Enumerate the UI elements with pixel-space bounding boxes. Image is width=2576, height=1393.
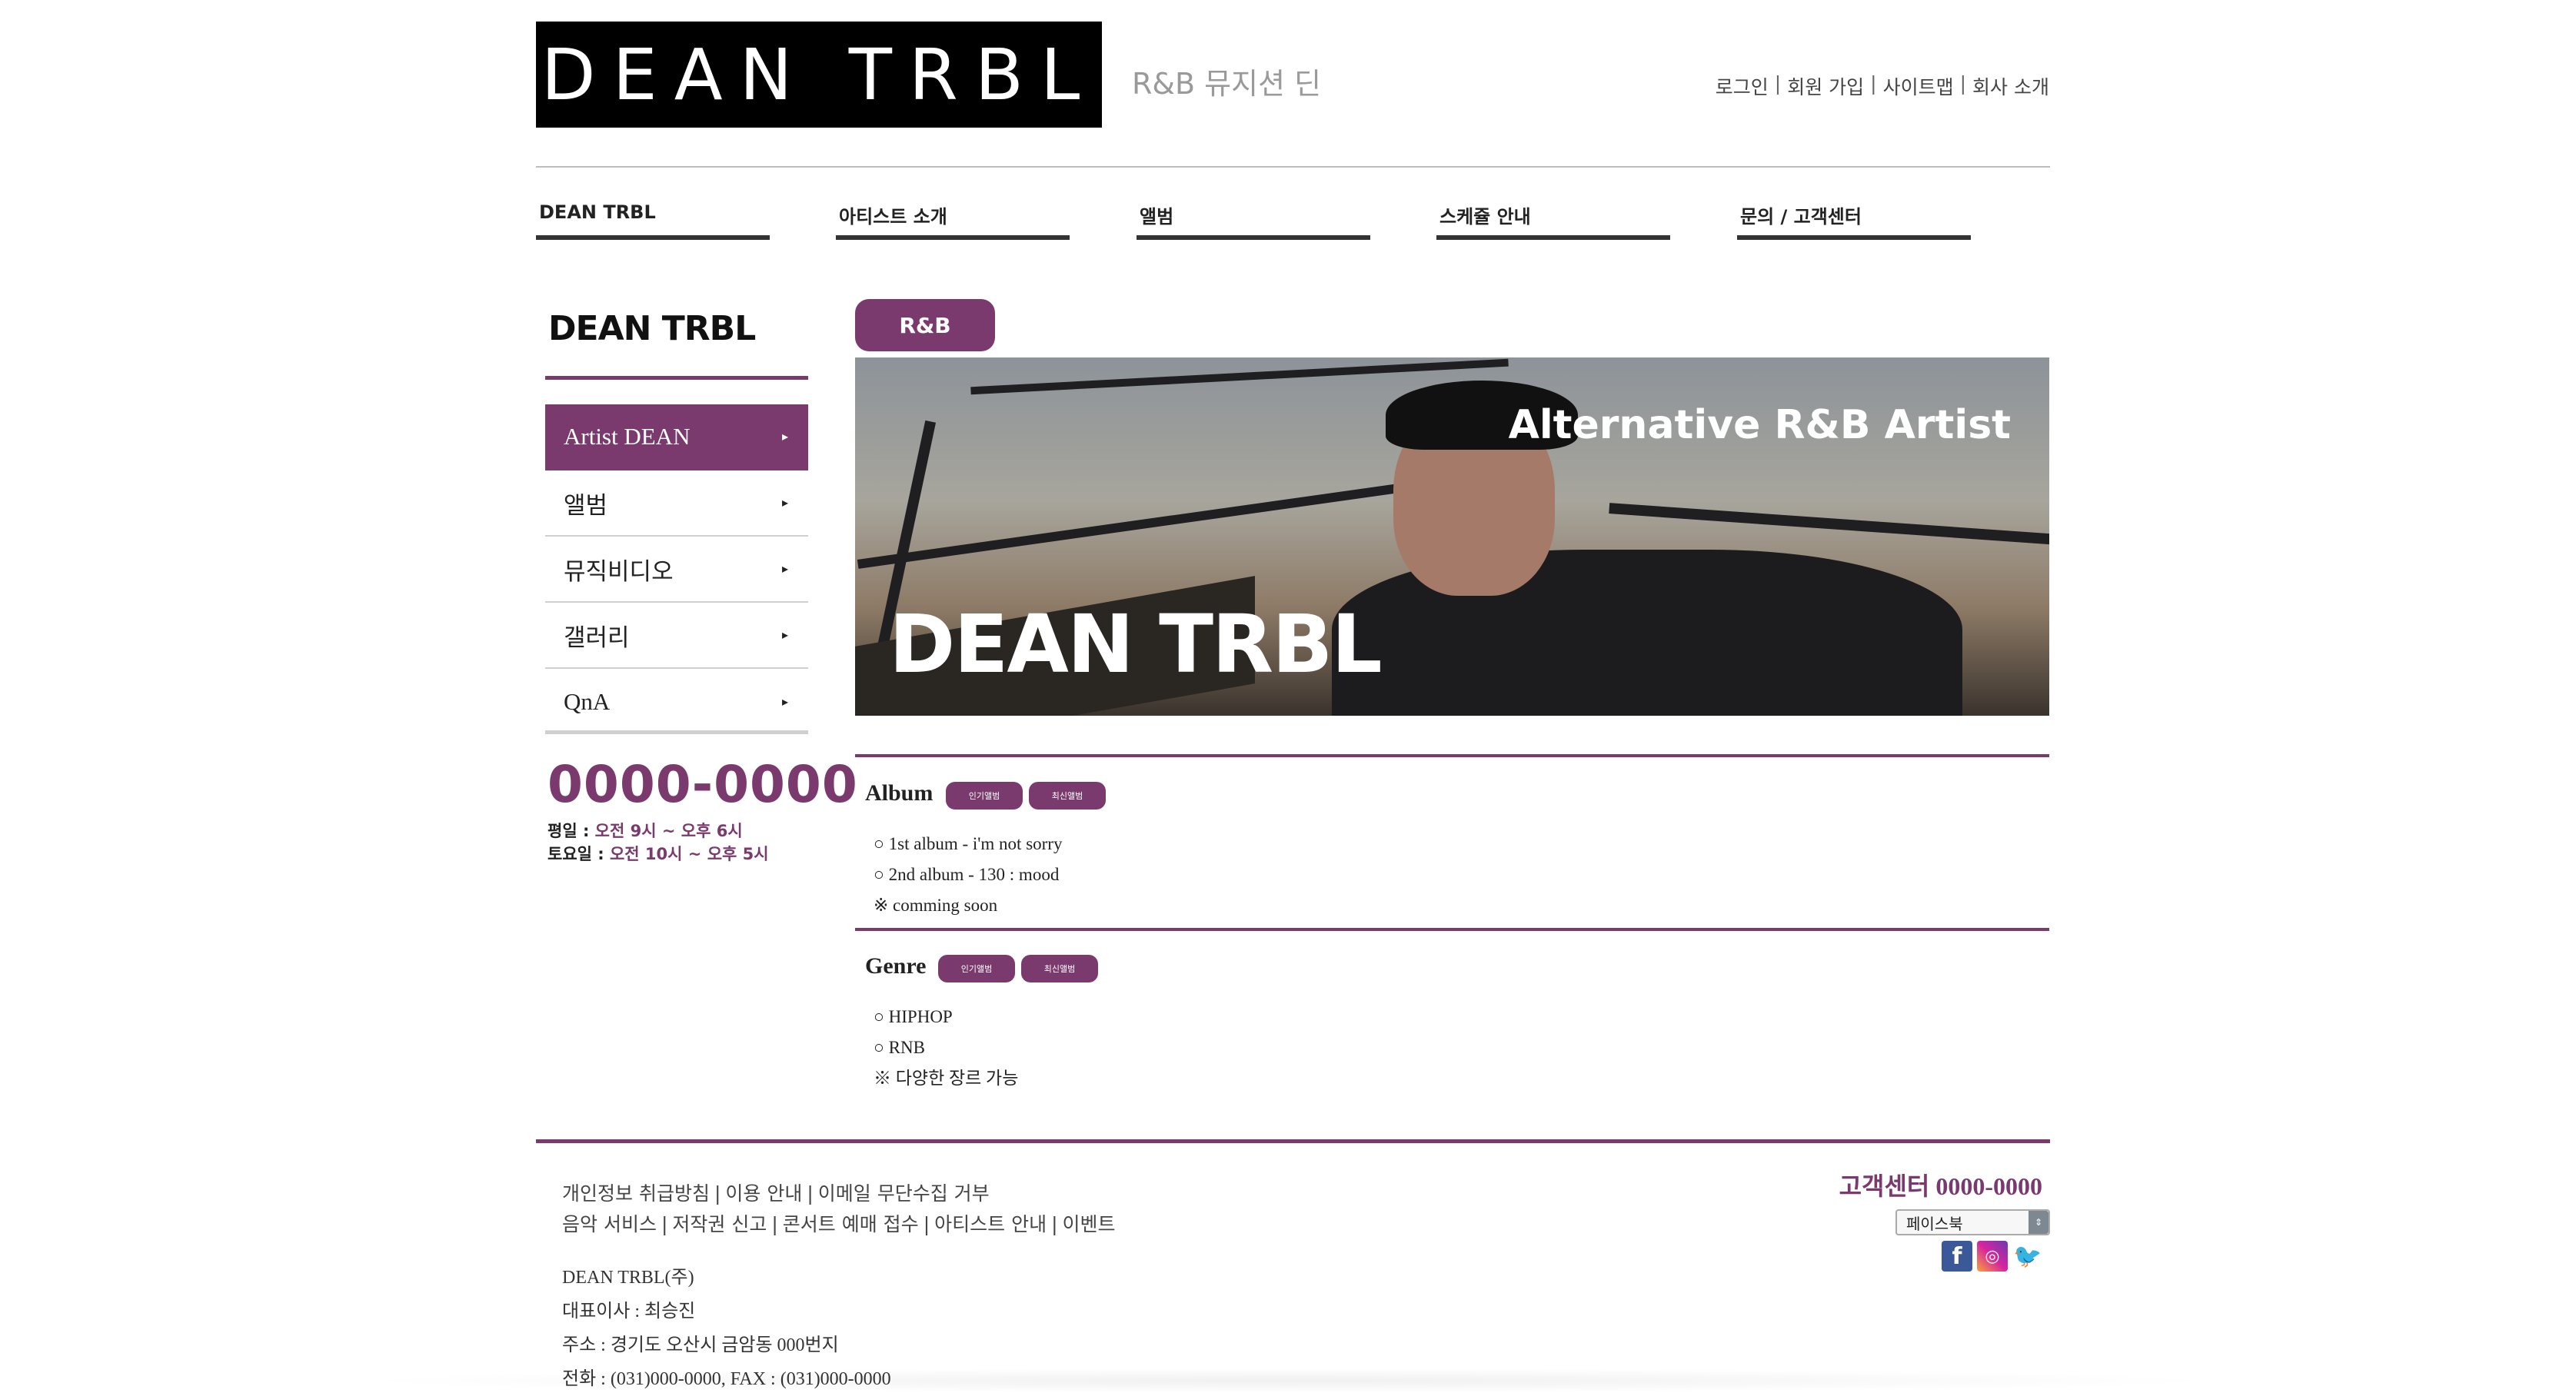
separator: | (714, 1182, 721, 1205)
nav-item-support[interactable]: 문의 / 고객센터 (1737, 201, 1971, 240)
customer-center-phone: 고객센터 0000-0000 (1839, 1172, 2042, 1200)
arrow-right-icon: ▸ (781, 431, 788, 444)
concert-booking-link[interactable]: 콘서트 예매 접수 (783, 1213, 919, 1235)
hours-label: 토요일 : (547, 845, 610, 863)
banner-artist-name: DEAN TRBL (889, 597, 1383, 691)
chevron-updown-icon: ⇕ (2029, 1211, 2048, 1234)
footer-links-row: 개인정보 취급방침 | 이용 안내 | 이메일 무단수집 거부 (562, 1179, 1116, 1209)
banner-tagline: Alternative R&B Artist (1508, 402, 2011, 448)
sidebar-item-label: QnA (564, 688, 611, 715)
facebook-icon[interactable]: f (1942, 1241, 1972, 1272)
login-link[interactable]: 로그인 (1716, 72, 1769, 100)
signup-link[interactable]: 회원 가입 (1787, 72, 1864, 100)
sidebar-item-artist-dean[interactable]: Artist DEAN ▸ (545, 404, 808, 470)
album-list: ○ 1st album - i'm not sorry ○ 2nd album … (874, 829, 1062, 921)
album-section-divider (855, 754, 2049, 757)
artist-banner: Alternative R&B Artist DEAN TRBL (855, 357, 2049, 716)
page: DEAN TRBL R&B 뮤지션 딘 로그인 | 회원 가입 | 사이트맵 |… (0, 0, 2576, 1393)
banner-structure (857, 478, 1438, 569)
hours-label: 평일 : (547, 822, 595, 840)
sidebar-item-label: Artist DEAN (564, 423, 691, 450)
separator: | (1959, 72, 1967, 95)
separator: | (1774, 72, 1782, 95)
company-address: 주소 : 경기도 오산시 금암동 000번지 (562, 1335, 839, 1355)
privacy-policy-link[interactable]: 개인정보 취급방침 (562, 1182, 710, 1205)
arrow-right-icon: ▸ (781, 563, 788, 576)
sidebar-title-divider (545, 376, 808, 380)
album-section-title: Album (865, 780, 934, 806)
genre-section-title: Genre (865, 953, 927, 979)
popular-album-button[interactable]: 인기앨범 (946, 782, 1023, 810)
hours-saturday: 토요일 : 오전 10시 ~ 오후 5시 (547, 843, 769, 866)
main-nav: DEAN TRBL 아티스트 소개 앨범 스케쥴 안내 문의 / 고객센터 (536, 201, 2050, 240)
banner-structure (1609, 503, 2049, 546)
sidebar-item-label: 앨범 (564, 491, 608, 519)
sidebar-item-album[interactable]: 앨범 ▸ (545, 470, 808, 537)
arrow-right-icon: ▸ (781, 497, 788, 510)
separator: | (771, 1213, 778, 1235)
sidebar-menu: Artist DEAN ▸ 앨범 ▸ 뮤직비디오 ▸ 갤러리 ▸ QnA ▸ (545, 404, 808, 735)
hours-weekday: 평일 : 오전 9시 ~ 오후 6시 (547, 820, 769, 843)
genre-list: ○ HIPHOP ○ RNB ※ 다양한 장르 가능 (874, 1002, 1018, 1094)
separator: | (1870, 72, 1877, 95)
event-link[interactable]: 이벤트 (1063, 1213, 1116, 1235)
list-item: ○ RNB (874, 1038, 925, 1057)
sidebar-item-music-video[interactable]: 뮤직비디오 ▸ (545, 537, 808, 603)
music-service-link[interactable]: 음악 서비스 (562, 1213, 657, 1235)
email-refusal-link[interactable]: 이메일 무단수집 거부 (818, 1182, 990, 1205)
nav-item-album[interactable]: 앨범 (1137, 201, 1370, 240)
separator: | (661, 1213, 668, 1235)
sidebar-item-gallery[interactable]: 갤러리 ▸ (545, 603, 808, 669)
footer-divider (536, 1139, 2050, 1143)
sidebar-item-qna[interactable]: QnA ▸ (545, 669, 808, 735)
sidebar-item-label: 갤러리 (564, 623, 630, 651)
copyright-report-link[interactable]: 저작권 신고 (672, 1213, 767, 1235)
sitemap-link[interactable]: 사이트맵 (1883, 72, 1954, 100)
sidebar-menu-divider (545, 730, 808, 734)
sns-select[interactable]: 페이스북 ⇕ (1895, 1209, 2050, 1235)
list-item: ※ comming soon (874, 896, 998, 915)
footer-links-row: 음악 서비스 | 저작권 신고 | 콘서트 예매 접수 | 아티스트 안내 | 이벤트 (562, 1209, 1116, 1240)
separator: | (923, 1213, 930, 1235)
hours-value: 오전 10시 ~ 오후 5시 (609, 845, 769, 863)
artist-guide-link[interactable]: 아티스트 안내 (934, 1213, 1047, 1235)
company-name: DEAN TRBL(주) (562, 1268, 694, 1288)
separator: | (1051, 1213, 1058, 1235)
genre-section-divider (855, 928, 2049, 931)
company-intro-link[interactable]: 회사 소개 (1972, 72, 2049, 100)
twitter-icon[interactable]: 🐦 (2012, 1241, 2043, 1272)
nav-item-schedule[interactable]: 스케쥴 안내 (1436, 201, 1670, 240)
list-item: ○ HIPHOP (874, 1007, 953, 1026)
arrow-right-icon: ▸ (781, 696, 788, 709)
instagram-icon[interactable]: ◎ (1977, 1241, 2008, 1272)
sidebar-item-label: 뮤직비디오 (564, 557, 674, 585)
popular-album-button[interactable]: 인기앨범 (938, 955, 1015, 982)
list-item: ○ 2nd album - 130 : mood (874, 865, 1060, 884)
footer-links: 개인정보 취급방침 | 이용 안내 | 이메일 무단수집 거부 음악 서비스 | 저작권 신… (562, 1179, 1116, 1240)
company-ceo: 대표이사 : 최승진 (562, 1302, 696, 1322)
latest-album-button[interactable]: 최신앨범 (1029, 782, 1106, 810)
usage-guide-link[interactable]: 이용 안내 (725, 1182, 802, 1205)
business-hours: 평일 : 오전 9시 ~ 오후 6시 토요일 : 오전 10시 ~ 오후 5시 (547, 820, 769, 866)
latest-album-button[interactable]: 최신앨범 (1021, 955, 1098, 982)
page-bottom-shadow (346, 1368, 2230, 1393)
nav-item-artist[interactable]: 아티스트 소개 (836, 201, 1070, 240)
hours-value: 오전 9시 ~ 오후 6시 (594, 822, 743, 840)
sns-select-value: 페이스북 (1906, 1214, 1963, 1233)
header-divider (536, 166, 2050, 168)
separator: | (807, 1182, 814, 1205)
logo-subtitle: R&B 뮤지션 딘 (1132, 67, 1322, 101)
arrow-right-icon: ▸ (781, 629, 788, 642)
genre-tag: R&B (855, 299, 995, 351)
site-logo[interactable]: DEAN TRBL (536, 22, 1102, 128)
list-item: ○ 1st album - i'm not sorry (874, 834, 1063, 853)
nav-item-dean-trbl[interactable]: DEAN TRBL (536, 201, 770, 240)
utility-links: 로그인 | 회원 가입 | 사이트맵 | 회사 소개 (1716, 72, 2049, 100)
list-item: ※ 다양한 장르 가능 (874, 1069, 1019, 1088)
sidebar-phone: 0000-0000 (547, 755, 858, 814)
logo-text: DEAN TRBL (541, 33, 1097, 116)
sidebar-title: DEAN TRBL (548, 309, 756, 348)
